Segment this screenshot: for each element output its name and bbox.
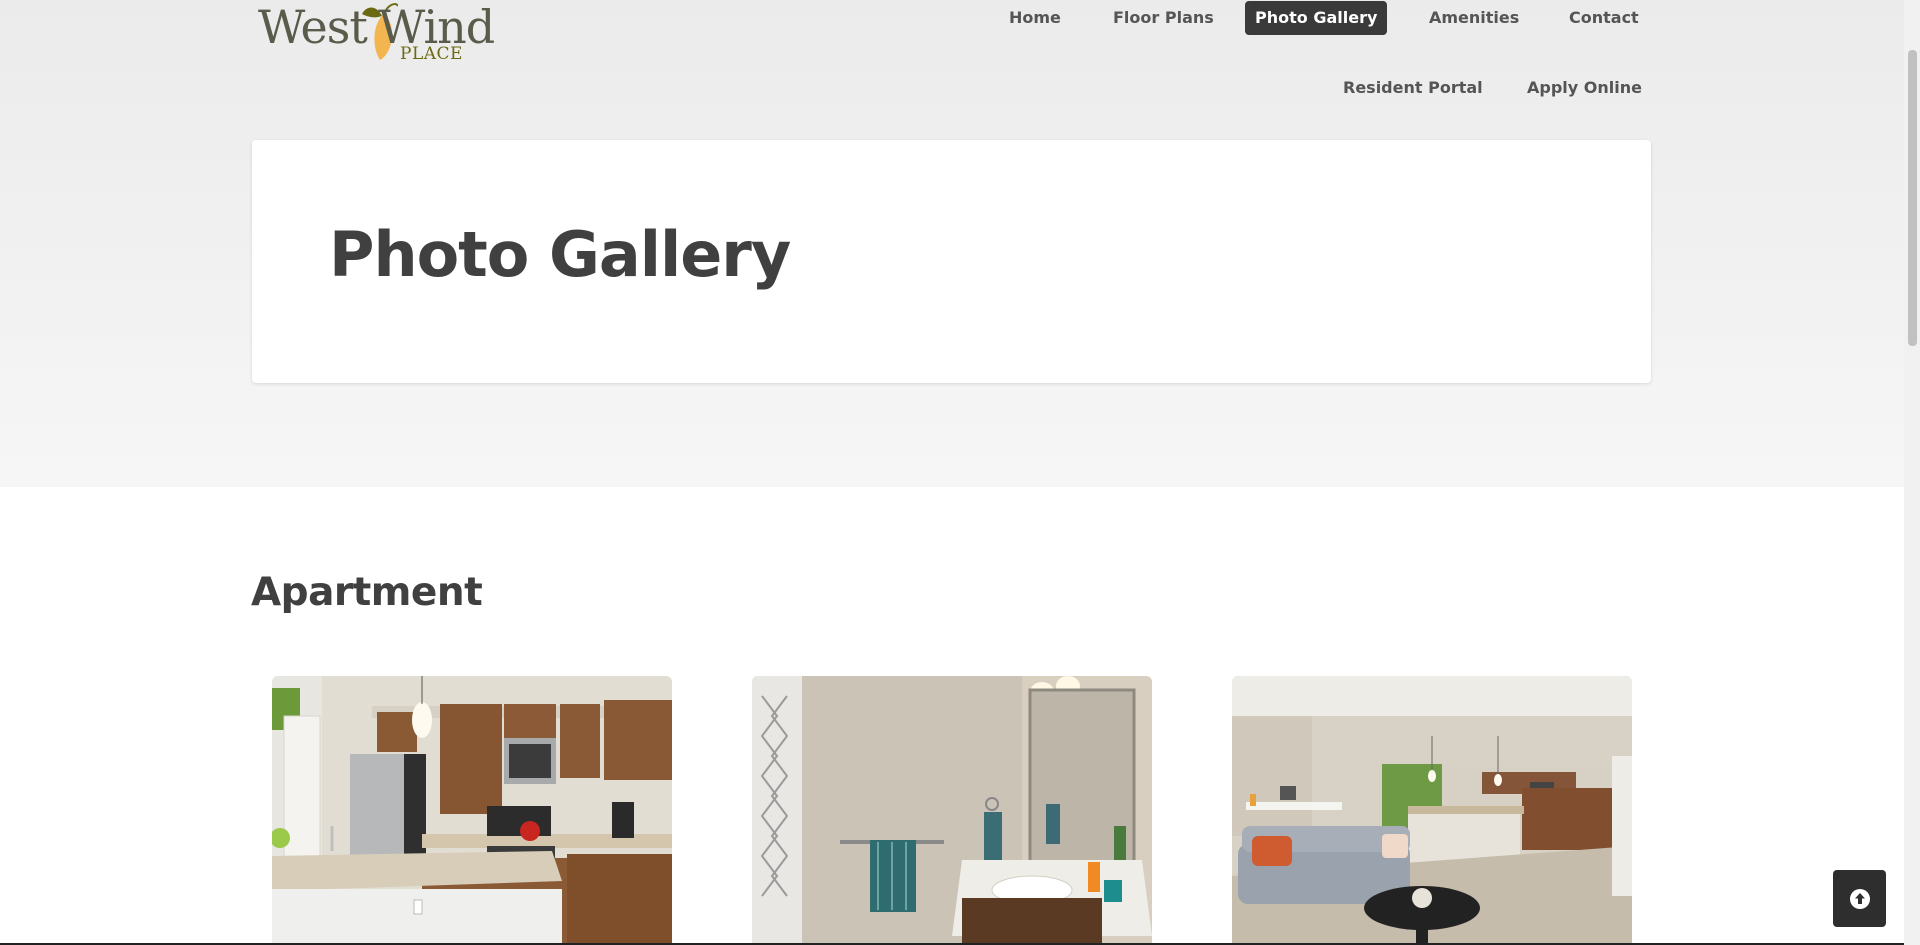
arrow-up-circle-icon bbox=[1849, 888, 1870, 909]
nav-contact[interactable]: Contact bbox=[1559, 1, 1649, 35]
photo-kitchen[interactable] bbox=[272, 676, 672, 945]
logo-text-west: West bbox=[258, 0, 368, 54]
nav-amenities[interactable]: Amenities bbox=[1419, 1, 1529, 35]
title-card: Photo Gallery bbox=[252, 140, 1651, 383]
photo-living-room[interactable] bbox=[1232, 676, 1632, 945]
logo-text-place: PLACE bbox=[400, 44, 463, 64]
page-title: Photo Gallery bbox=[329, 218, 791, 291]
scrollbar-thumb[interactable] bbox=[1908, 50, 1917, 346]
back-to-top-button[interactable] bbox=[1833, 870, 1886, 927]
nav-home[interactable]: Home bbox=[999, 1, 1071, 35]
scrollbar[interactable] bbox=[1904, 0, 1920, 945]
nav-resident-portal[interactable]: Resident Portal bbox=[1333, 71, 1493, 105]
nav-photo-gallery[interactable]: Photo Gallery bbox=[1245, 1, 1388, 35]
photo-bathroom[interactable] bbox=[752, 676, 1152, 945]
nav-apply-online[interactable]: Apply Online bbox=[1517, 71, 1652, 105]
section-title-apartment: Apartment bbox=[251, 570, 483, 615]
nav-floor-plans[interactable]: Floor Plans bbox=[1103, 1, 1224, 35]
page-header: West Wind PLACE Home Floor Plans Photo G… bbox=[0, 0, 1904, 487]
site-logo[interactable]: West Wind PLACE bbox=[258, 0, 508, 72]
